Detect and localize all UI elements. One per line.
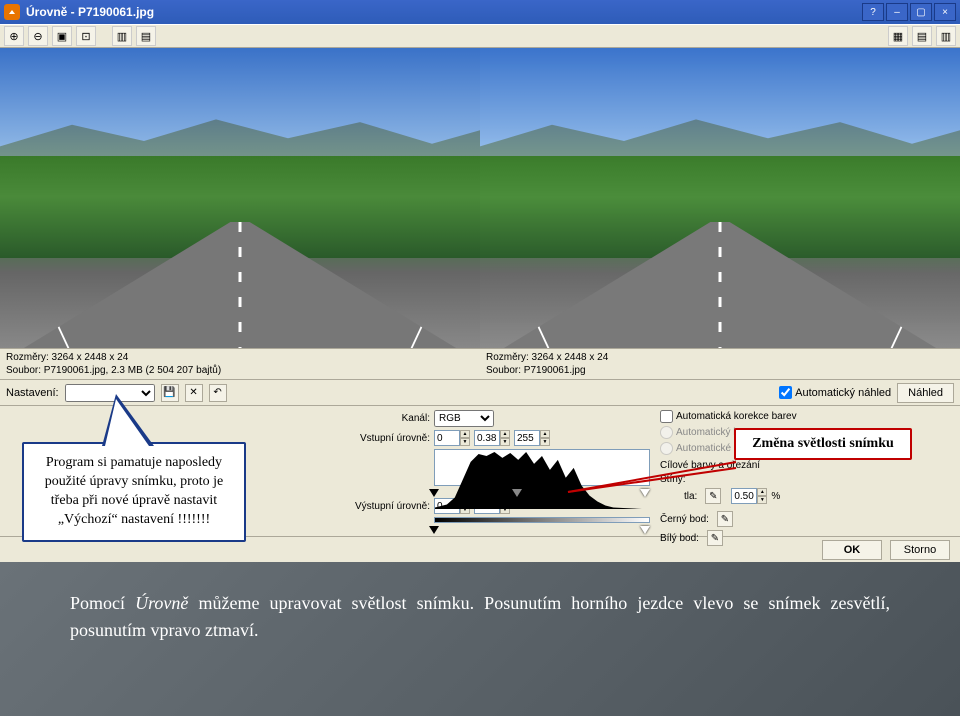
caption-text: Pomocí Úrovně můžeme upravovat světlost …: [70, 593, 890, 640]
channel-label: Kanál:: [352, 413, 430, 424]
zoom-in-icon[interactable]: ⊕: [4, 26, 24, 46]
right-image-info: Rozměry: 3264 x 2448 x 24 Soubor: P71900…: [480, 349, 960, 379]
black-eyedropper-icon[interactable]: ✎: [717, 511, 733, 527]
layout-split-icon[interactable]: ▦: [888, 26, 908, 46]
preview-button[interactable]: Náhled: [897, 383, 954, 403]
toolbar: ⊕ ⊖ ▣ ⊡ ▥ ▤ ▦ ▤ ▥: [0, 24, 960, 48]
callout-left-text: Program si pamatuje naposledy použité úp…: [45, 455, 223, 527]
left-file: Soubor: P7190061.jpg, 2.3 MB (2 504 207 …: [6, 364, 474, 377]
output-gradient: [434, 517, 650, 523]
black-point-label: Černý bod:: [660, 514, 709, 525]
settings-label: Nastavení:: [6, 387, 59, 399]
layout-v-icon[interactable]: ▥: [936, 26, 956, 46]
reset-settings-icon[interactable]: ↶: [209, 384, 227, 402]
callout-right-text: Změna světlosti snímku: [752, 436, 894, 451]
result-image: [480, 48, 960, 348]
callout-brightness: Změna světlosti snímku: [734, 428, 912, 460]
right-file: Soubor: P7190061.jpg: [486, 364, 954, 377]
left-dimensions: Rozměry: 3264 x 2448 x 24: [6, 351, 474, 364]
slide-caption: Pomocí Úrovně můžeme upravovat světlost …: [0, 562, 960, 716]
output-slider[interactable]: [434, 526, 650, 532]
window-title: Úrovně - P7190061.jpg: [26, 5, 862, 19]
zoom-out-icon[interactable]: ⊖: [28, 26, 48, 46]
help-button[interactable]: ?: [862, 3, 884, 21]
image-info-row: Rozměry: 3264 x 2448 x 24 Soubor: P71900…: [0, 348, 960, 380]
auto-preview-checkbox[interactable]: Automatický náhled: [779, 386, 891, 399]
channel-select[interactable]: RGB: [434, 410, 494, 427]
minimize-button[interactable]: –: [886, 3, 908, 21]
histogram1-icon[interactable]: ▥: [112, 26, 132, 46]
white-eyedropper-icon[interactable]: ✎: [707, 530, 723, 546]
preview-area: [0, 48, 960, 348]
auto-correction-checkbox[interactable]: Automatická korekce barev: [660, 410, 912, 423]
left-image-info: Rozměry: 3264 x 2448 x 24 Soubor: P71900…: [0, 349, 480, 379]
white-point-label: Bílý bod:: [660, 533, 699, 544]
delete-settings-icon[interactable]: ✕: [185, 384, 203, 402]
callout-settings: Program si pamatuje naposledy použité úp…: [22, 442, 246, 542]
zoom-fit-icon[interactable]: ▣: [52, 26, 72, 46]
input-gamma-field[interactable]: [474, 430, 500, 446]
input-levels-label: Vstupní úrovně:: [352, 433, 430, 444]
original-image: [0, 48, 480, 348]
title-bar: Úrovně - P7190061.jpg ? – ▢ ×: [0, 0, 960, 24]
maximize-button[interactable]: ▢: [910, 3, 932, 21]
callout-pointer-icon: [566, 448, 738, 496]
close-button[interactable]: ×: [934, 3, 956, 21]
zoom-actual-icon[interactable]: ⊡: [76, 26, 96, 46]
save-settings-icon[interactable]: 💾: [161, 384, 179, 402]
output-levels-label: Výstupní úrovně:: [352, 501, 430, 512]
histogram2-icon[interactable]: ▤: [136, 26, 156, 46]
input-black-field[interactable]: [434, 430, 460, 446]
app-icon: [4, 4, 20, 20]
right-dimensions: Rozměry: 3264 x 2448 x 24: [486, 351, 954, 364]
layout-h-icon[interactable]: ▤: [912, 26, 932, 46]
input-white-field[interactable]: [514, 430, 540, 446]
